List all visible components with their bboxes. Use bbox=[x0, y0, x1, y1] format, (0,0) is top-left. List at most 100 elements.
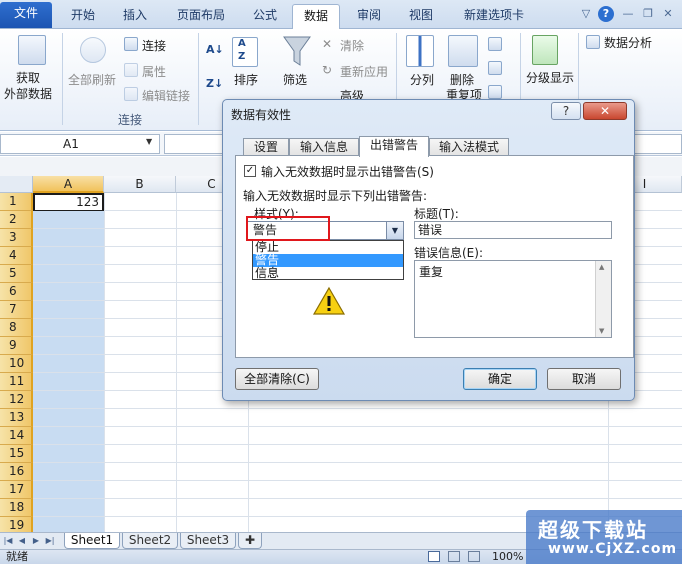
prev-sheet-icon[interactable]: ◀ bbox=[16, 535, 28, 547]
consolidate-icon[interactable] bbox=[488, 61, 502, 75]
data-analysis-button[interactable]: 数据分析 bbox=[604, 34, 652, 51]
scroll-up-icon[interactable]: ▲ bbox=[599, 263, 604, 271]
window-close-icon[interactable]: ✕ bbox=[660, 6, 676, 22]
dialog-help-button[interactable]: ? bbox=[551, 102, 581, 120]
row-header[interactable]: 1 bbox=[0, 193, 33, 211]
last-sheet-icon[interactable]: ▶| bbox=[44, 535, 56, 547]
normal-view-icon[interactable] bbox=[428, 551, 440, 562]
edit-links-icon bbox=[124, 87, 138, 101]
tab-formulas[interactable]: 公式 bbox=[242, 4, 288, 29]
help-icon[interactable]: ? bbox=[598, 6, 614, 22]
name-box[interactable]: A1 bbox=[0, 134, 160, 154]
sort-descending-icon[interactable]: Z↓ bbox=[206, 77, 223, 90]
grid-row-line bbox=[33, 408, 682, 409]
next-sheet-icon[interactable]: ▶ bbox=[30, 535, 42, 547]
row-header[interactable]: 17 bbox=[0, 481, 33, 499]
tab-view[interactable]: 视图 bbox=[398, 4, 444, 29]
page-break-view-icon[interactable] bbox=[468, 551, 480, 562]
refresh-all-icon bbox=[80, 37, 106, 63]
message-textarea[interactable]: 重复 ▲ ▼ bbox=[414, 260, 612, 338]
tab-new-tab[interactable]: 新建选项卡 bbox=[452, 4, 536, 29]
tab-review[interactable]: 审阅 bbox=[346, 4, 392, 29]
row-header[interactable]: 6 bbox=[0, 283, 33, 301]
dialog-title: 数据有效性 bbox=[231, 108, 292, 122]
connections-button[interactable]: 连接 bbox=[142, 37, 166, 54]
dropdown-arrow-icon[interactable]: ▼ bbox=[386, 222, 403, 239]
sheet-tab-sheet3[interactable]: Sheet3 bbox=[180, 533, 236, 549]
tab-settings[interactable]: 设置 bbox=[243, 138, 289, 156]
tab-home[interactable]: 开始 bbox=[60, 4, 106, 29]
edit-links-button[interactable]: 编辑链接 bbox=[142, 87, 190, 104]
row-header[interactable]: 12 bbox=[0, 391, 33, 409]
sort-button[interactable]: 排序 bbox=[234, 71, 258, 88]
show-alert-label[interactable]: 输入无效数据时显示出错警告(S) bbox=[261, 163, 434, 180]
column-a-selection bbox=[33, 193, 104, 532]
tab-file[interactable]: 文件 bbox=[0, 2, 52, 28]
page-layout-view-icon[interactable] bbox=[448, 551, 460, 562]
sheet-tab-sheet2[interactable]: Sheet2 bbox=[122, 533, 178, 549]
show-alert-checkbox[interactable]: ✓ bbox=[244, 165, 256, 177]
sort-ascending-icon[interactable]: A↓ bbox=[206, 43, 224, 56]
row-header[interactable]: 4 bbox=[0, 247, 33, 265]
filter-button[interactable]: 筛选 bbox=[283, 71, 307, 88]
reapply-filter-button[interactable]: 重新应用 bbox=[340, 63, 388, 80]
tab-input-message[interactable]: 输入信息 bbox=[289, 138, 359, 156]
row-header[interactable]: 18 bbox=[0, 499, 33, 517]
get-external-data-label[interactable]: 外部数据 bbox=[4, 85, 52, 102]
warning-icon bbox=[312, 286, 346, 315]
style-option-info[interactable]: 信息 bbox=[253, 267, 403, 280]
get-external-data-button[interactable]: 获取 bbox=[16, 69, 40, 86]
data-validation-icon[interactable] bbox=[488, 37, 502, 51]
window-minimize-icon[interactable]: — bbox=[620, 6, 636, 22]
properties-button[interactable]: 属性 bbox=[142, 63, 166, 80]
row-header[interactable]: 2 bbox=[0, 211, 33, 229]
name-box-dropdown-icon[interactable]: ▼ bbox=[146, 137, 152, 146]
row-header[interactable]: 8 bbox=[0, 319, 33, 337]
clear-all-button[interactable]: 全部清除(C) bbox=[235, 368, 319, 390]
tab-data[interactable]: 数据 bbox=[292, 4, 340, 30]
grid-row-line bbox=[33, 426, 682, 427]
zoom-level[interactable]: 100% bbox=[492, 550, 523, 564]
outline-button[interactable]: 分级显示 bbox=[526, 69, 574, 86]
minimize-ribbon-icon[interactable]: ▽ bbox=[578, 6, 594, 22]
sheet-tab-sheet1[interactable]: Sheet1 bbox=[64, 533, 120, 549]
grid-column-line bbox=[104, 193, 105, 532]
tab-page-layout[interactable]: 页面布局 bbox=[166, 4, 236, 29]
window-restore-icon[interactable]: ❐ bbox=[640, 6, 656, 22]
message-text: 重复 bbox=[419, 265, 444, 279]
cell-a1[interactable]: 123 bbox=[33, 193, 104, 211]
tab-insert[interactable]: 插入 bbox=[112, 4, 158, 29]
message-scrollbar[interactable]: ▲ ▼ bbox=[595, 261, 611, 337]
row-header[interactable]: 10 bbox=[0, 355, 33, 373]
select-all-corner[interactable] bbox=[0, 176, 33, 193]
row-header[interactable]: 3 bbox=[0, 229, 33, 247]
row-header[interactable]: 16 bbox=[0, 463, 33, 481]
clear-filter-button[interactable]: 清除 bbox=[340, 37, 364, 54]
first-sheet-icon[interactable]: |◀ bbox=[2, 535, 14, 547]
what-if-icon[interactable] bbox=[488, 85, 502, 99]
row-header[interactable]: 9 bbox=[0, 337, 33, 355]
title-input[interactable]: 错误 bbox=[414, 221, 612, 239]
watermark-logo: 超级下载站 www.CjXZ.com bbox=[526, 510, 682, 564]
scroll-down-icon[interactable]: ▼ bbox=[599, 327, 604, 335]
group-connections-label: 连接 bbox=[118, 113, 143, 127]
dialog-close-button[interactable]: ✕ bbox=[583, 102, 627, 120]
row-header[interactable]: 7 bbox=[0, 301, 33, 319]
remove-duplicates-icon bbox=[448, 35, 478, 67]
cancel-button[interactable]: 取消 bbox=[547, 368, 621, 390]
refresh-all-button[interactable]: 全部刷新 bbox=[68, 71, 116, 88]
tab-ime-mode[interactable]: 输入法模式 bbox=[429, 138, 509, 156]
outline-icon bbox=[532, 35, 558, 65]
highlight-annotation bbox=[246, 216, 330, 241]
row-header[interactable]: 14 bbox=[0, 427, 33, 445]
text-to-columns-button[interactable]: 分列 bbox=[410, 71, 434, 88]
row-header[interactable]: 11 bbox=[0, 373, 33, 391]
ok-button[interactable]: 确定 bbox=[463, 368, 537, 390]
row-header[interactable]: 13 bbox=[0, 409, 33, 427]
row-header[interactable]: 5 bbox=[0, 265, 33, 283]
column-header-a[interactable]: A bbox=[33, 176, 104, 193]
tab-error-alert[interactable]: 出错警告 bbox=[359, 136, 429, 157]
column-header-b[interactable]: B bbox=[104, 176, 176, 193]
insert-sheet-icon[interactable]: ✚ bbox=[238, 533, 262, 549]
row-header[interactable]: 15 bbox=[0, 445, 33, 463]
